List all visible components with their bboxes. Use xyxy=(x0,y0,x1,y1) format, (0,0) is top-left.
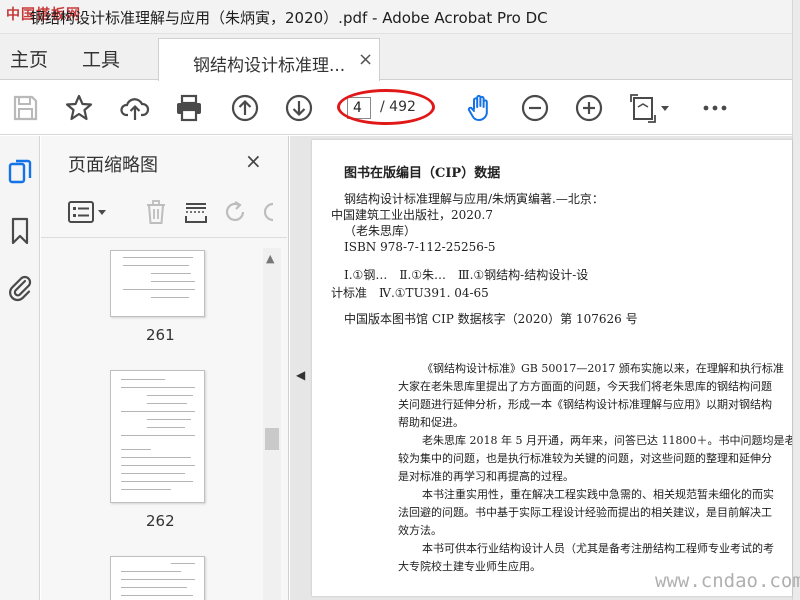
rotate-page-icon[interactable] xyxy=(223,199,249,225)
tab-close-icon[interactable]: × xyxy=(358,49,373,70)
scrollbar-thumb[interactable] xyxy=(265,428,279,450)
rotate-page-clockwise-icon[interactable] xyxy=(263,199,275,225)
body-line: 老朱思库 2018 年 5 月开通，两年来，问答已达 11800＋。书中问题均是… xyxy=(422,434,792,447)
body-line: 本书可供本行业结构设计人员（尤其是备考注册结构工程师专业考试的考 xyxy=(422,542,774,555)
body-line: 是对标准的再学习和再提高的过程。 xyxy=(398,470,574,483)
cip-heading: 图书在版编目（CIP）数据 xyxy=(344,166,501,181)
save-icon[interactable] xyxy=(10,93,40,123)
body-line: 大家在老朱思库里提出了方方面面的问题，今天我们将老朱思库的钢结构问题 xyxy=(398,380,772,393)
extract-page-icon[interactable] xyxy=(183,199,209,225)
panel-title: 页面缩略图 xyxy=(68,155,158,176)
cip-line: 中国建筑工业出版社，2020.7 xyxy=(331,208,493,222)
page-thumbnail[interactable] xyxy=(110,370,205,503)
window-right-edge xyxy=(792,0,800,600)
tab-home[interactable]: 主页 xyxy=(10,45,48,72)
zoom-in-icon[interactable] xyxy=(574,93,604,123)
thumbnail-page-number: 261 xyxy=(146,326,175,344)
delete-page-icon[interactable] xyxy=(143,199,169,225)
cip-line: （老朱思库） xyxy=(344,224,417,238)
collapse-panel-icon[interactable]: ◀ xyxy=(296,368,305,382)
zoom-out-icon[interactable] xyxy=(520,93,550,123)
navigation-rail xyxy=(0,136,40,600)
window-title-bar: 中国搭板网 钢结构设计标准理解与应用（朱炳寅，2020）.pdf - Adobe… xyxy=(0,0,800,34)
pdf-page: 图书在版编目（CIP）数据 钢结构设计标准理解与应用/朱炳寅编著.—北京： 中国… xyxy=(312,140,792,596)
tab-document-label: 钢结构设计标准理... xyxy=(193,56,346,76)
body-line: 大专院校土建专业师生应用。 xyxy=(398,560,541,573)
upload-cloud-icon[interactable] xyxy=(120,93,150,123)
highlight-annotation xyxy=(337,89,435,125)
cip-line: 钢结构设计标准理解与应用/朱炳寅编著.—北京： xyxy=(344,192,604,206)
watermark-url: www.cndao.com xyxy=(655,570,800,592)
cip-line: Ⅰ.①钢… Ⅱ.①朱… Ⅲ.①钢结构-结构设计-设 xyxy=(344,268,589,282)
window-title: 钢结构设计标准理解与应用（朱炳寅，2020）.pdf - Adobe Acrob… xyxy=(30,9,548,27)
page-down-icon[interactable] xyxy=(284,93,314,123)
thumbnail-panel: 页面缩略图 × ▲ xyxy=(41,136,289,600)
body-line: 关问题进行延伸分析，形成一本《钢结构设计标准理解与应用》以期对钢结构 xyxy=(398,398,772,411)
tab-document[interactable]: 钢结构设计标准理... × xyxy=(158,38,380,81)
print-icon[interactable] xyxy=(174,93,204,123)
cip-line: ISBN 978-7-112-25256-5 xyxy=(344,240,496,254)
page-thumbnail[interactable] xyxy=(110,250,205,317)
body-line: 本书注重实用性，重在解决工程实践中急需的、相关规范暂未细化的而实 xyxy=(422,488,774,501)
cip-line: 计标准 Ⅳ.①TU391. 04-65 xyxy=(331,286,489,300)
hand-tool-icon[interactable] xyxy=(465,93,495,123)
cip-number: 中国版本图书馆 CIP 数据核字（2020）第 107626 号 xyxy=(344,312,638,326)
bookmarks-icon[interactable] xyxy=(7,216,33,246)
bookmark-star-icon[interactable] xyxy=(64,93,94,123)
thumbnail-scrollbar[interactable]: ▲ xyxy=(263,248,281,600)
thumbnail-toolbar xyxy=(41,186,287,238)
thumbnail-options-icon[interactable] xyxy=(67,199,111,225)
page-thumbnail[interactable] xyxy=(110,556,205,600)
body-line: 效方法。 xyxy=(398,524,442,537)
thumbnail-page-number: 262 xyxy=(146,512,175,530)
body-line: 较为集中的问题，也是执行标准较为关键的问题，对这些问题的整理和延伸分 xyxy=(398,452,772,465)
attachments-icon[interactable] xyxy=(7,272,33,302)
body-line: 帮助和促进。 xyxy=(398,416,464,429)
tab-tools[interactable]: 工具 xyxy=(82,45,120,72)
body-line: 法回避的问题。书中基于实际工程设计经验而提出的相关建议，是目前解决工 xyxy=(398,506,772,519)
more-icon[interactable] xyxy=(700,93,730,123)
fit-page-icon[interactable] xyxy=(628,93,672,123)
tab-bar: 主页 工具 xyxy=(0,34,792,80)
scroll-up-icon[interactable]: ▲ xyxy=(266,252,274,265)
panel-close-icon[interactable]: × xyxy=(245,149,262,173)
body-line: 《钢结构设计标准》GB 50017—2017 颁布实施以来，在理解和执行标准 xyxy=(422,362,784,375)
page-thumbnails-icon[interactable] xyxy=(7,158,33,188)
page-up-icon[interactable] xyxy=(230,93,260,123)
